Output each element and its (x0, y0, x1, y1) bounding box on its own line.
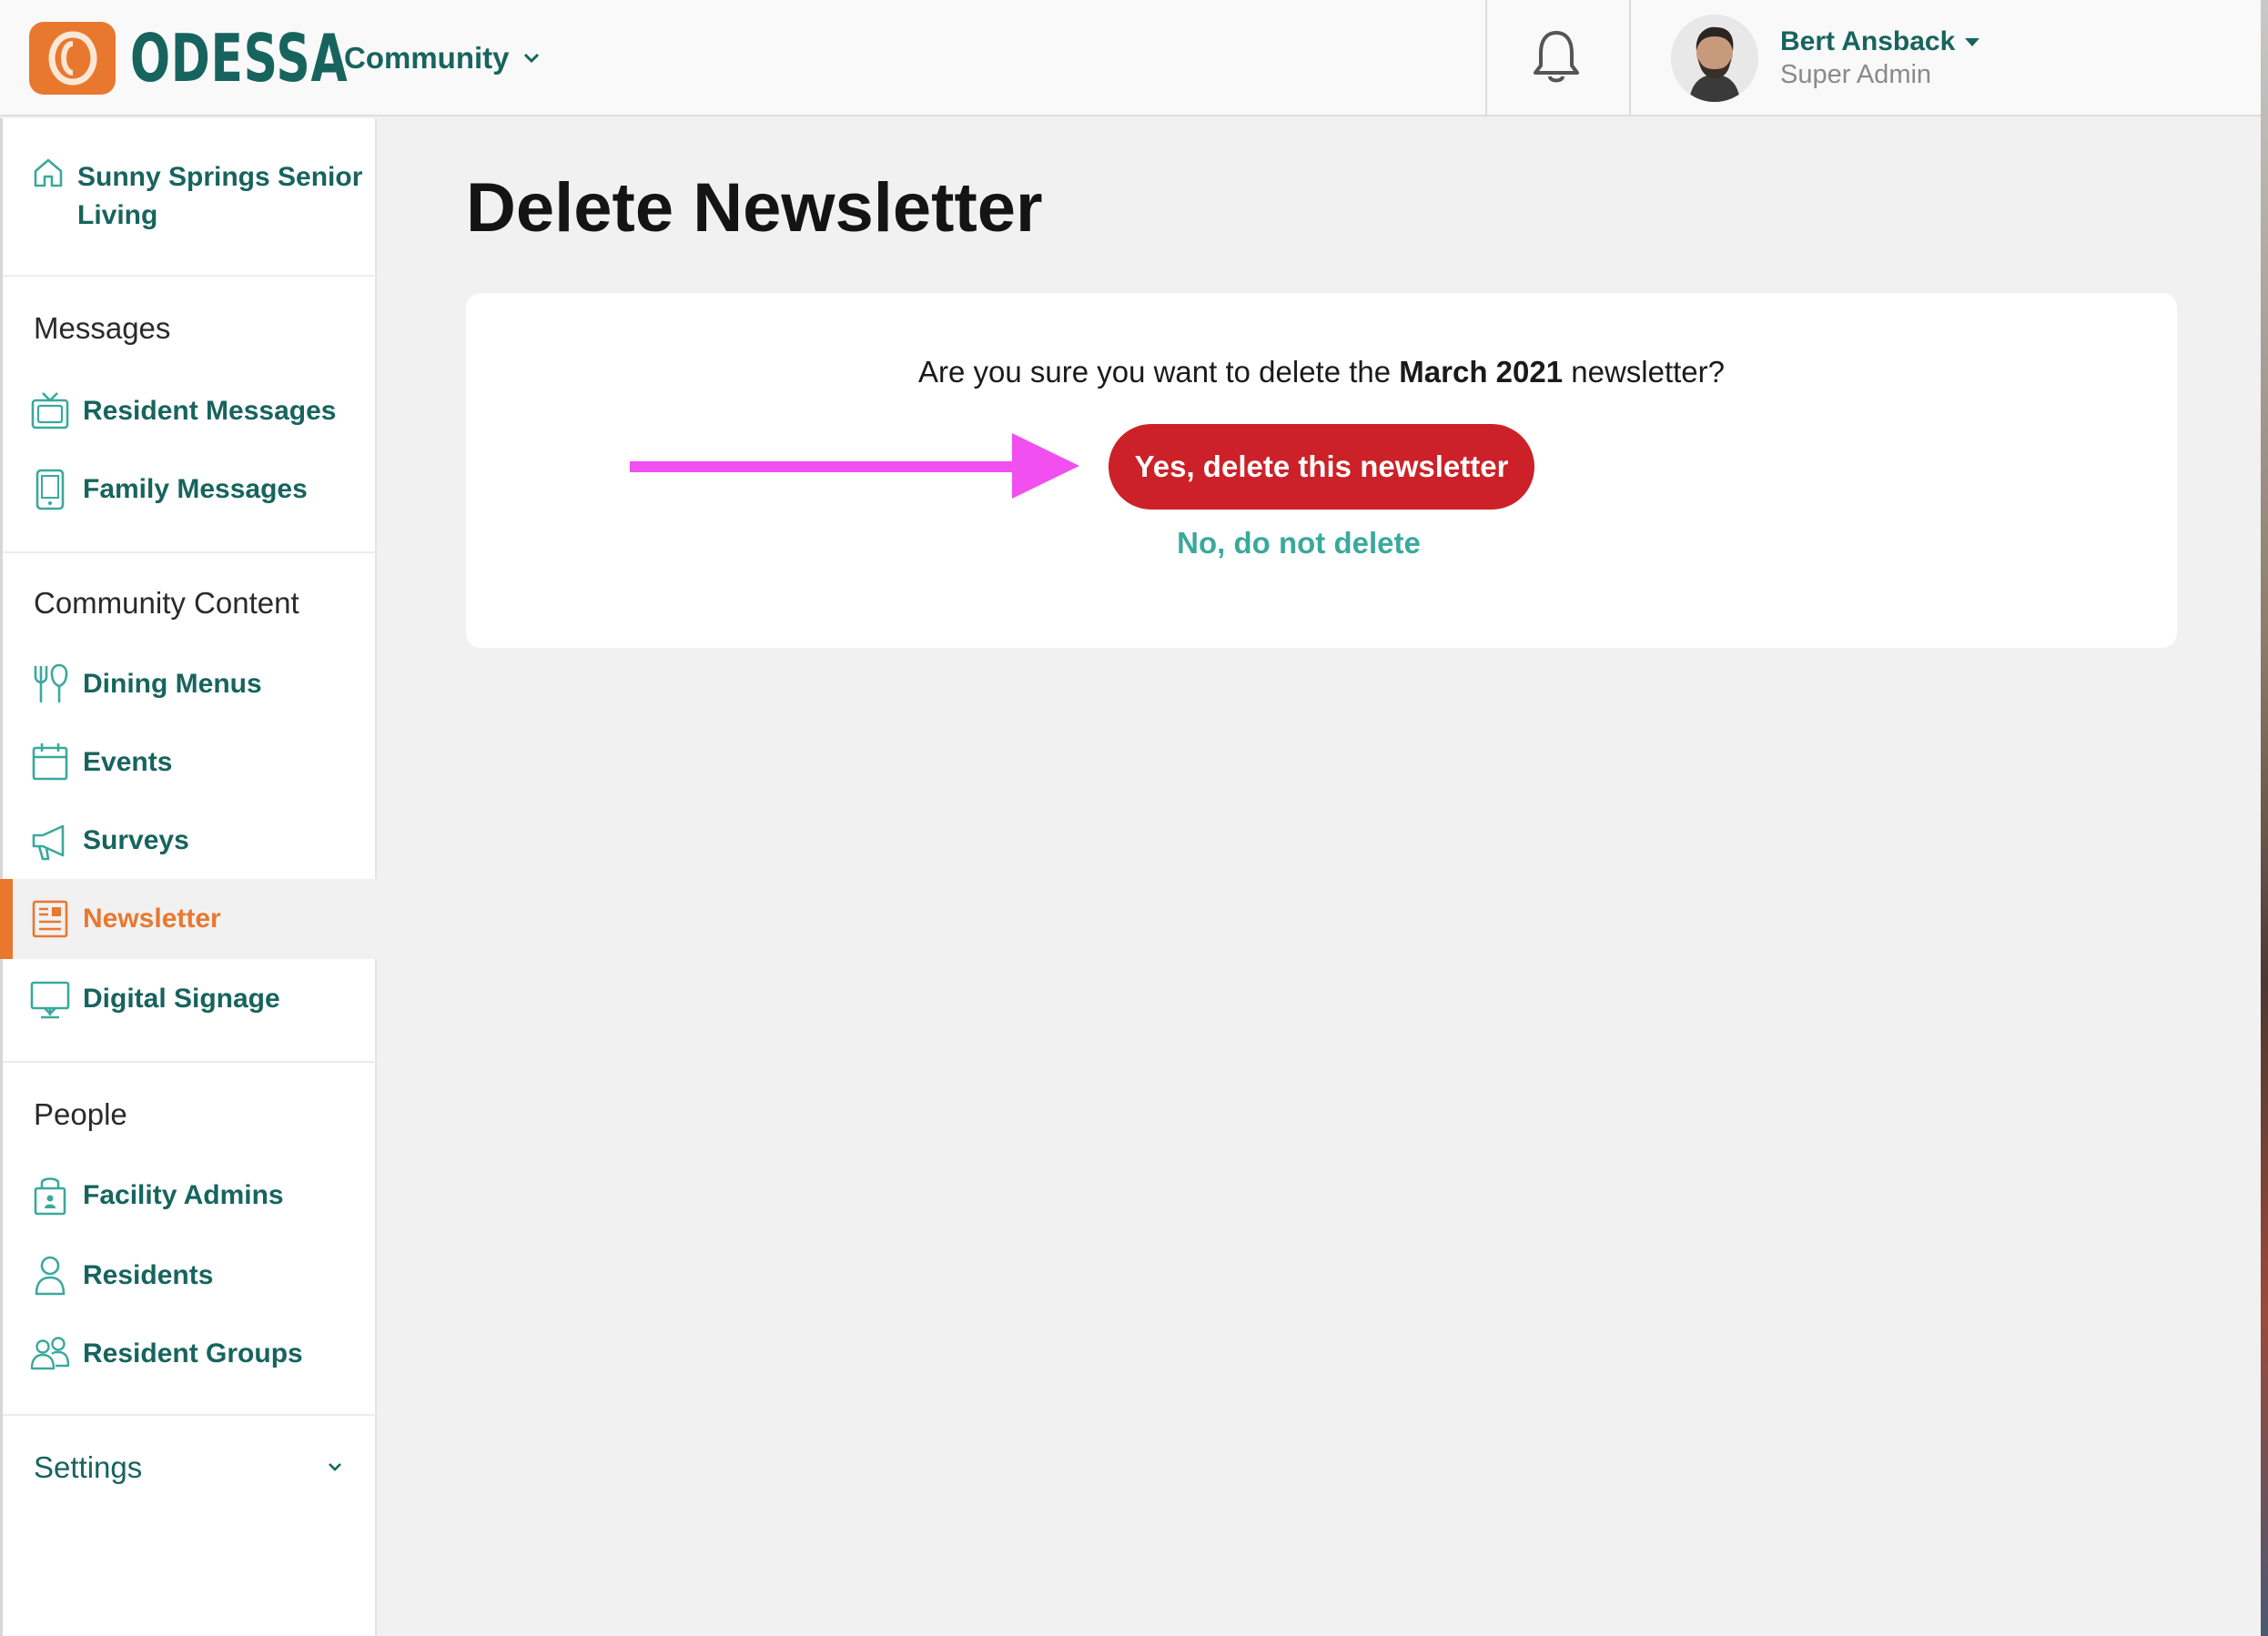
sidebar-item-label: Resident Messages (83, 396, 337, 426)
sidebar-item-events[interactable]: Events (3, 722, 378, 803)
sidebar-item-label: Surveys (83, 825, 189, 855)
section-title-community-content: Community Content (34, 586, 299, 620)
avatar (1671, 15, 1758, 102)
facility-link[interactable]: Sunny Springs Senior Living (3, 118, 378, 277)
question-prefix: Are you sure you want to delete the (917, 355, 1400, 389)
lock-badge-icon (34, 1177, 66, 1216)
user-role: Super Admin (1780, 60, 1932, 89)
community-dropdown-label: Community (344, 41, 510, 75)
caret-down-icon (1965, 38, 1980, 46)
chevron-down-icon (329, 1463, 341, 1471)
sidebar-item-digital-signage[interactable]: Digital Signage (3, 959, 378, 1039)
user-menu[interactable]: Bert Ansback Super Admin (1671, 11, 1980, 106)
notifications-bell-icon[interactable] (1531, 27, 1582, 86)
annotation-arrow-icon (630, 433, 1079, 499)
community-dropdown[interactable]: Community (344, 35, 541, 82)
megaphone-icon (32, 824, 65, 861)
sidebar-item-label: Events (83, 747, 173, 777)
page-title: Delete Newsletter (466, 169, 1043, 247)
facility-name: Sunny Springs Senior Living (77, 162, 363, 230)
confirm-delete-button[interactable]: Yes, delete this newsletter (1109, 424, 1534, 510)
sidebar-item-label: Newsletter (83, 904, 221, 934)
tv-icon (31, 392, 69, 429)
sidebar-item-newsletter[interactable]: Newsletter (0, 879, 378, 959)
user-name: Bert Ansback (1780, 26, 1956, 56)
header-divider (1629, 0, 1631, 116)
sidebar-item-facility-admins[interactable]: Facility Admins (3, 1156, 378, 1236)
section-title-people: People (34, 1097, 127, 1131)
section-title-messages: Messages (34, 311, 171, 345)
sidebar: Sunny Springs Senior Living Messages Res… (0, 118, 378, 1636)
sidebar-item-residents[interactable]: Residents (3, 1236, 378, 1316)
cancel-delete-link[interactable]: No, do not delete (466, 526, 2131, 560)
top-header: ODESSA Community Bert Ansback Super Admi… (0, 0, 2261, 116)
question-suffix: newsletter? (1563, 355, 1726, 389)
brand-name: ODESSA (130, 20, 349, 96)
confirmation-question: Are you sure you want to delete the Marc… (466, 355, 2177, 389)
newspaper-icon (32, 900, 68, 938)
sidebar-item-label: Family Messages (83, 474, 308, 504)
phone-icon (35, 469, 65, 510)
person-icon (35, 1256, 66, 1296)
sidebar-item-label: Residents (83, 1260, 214, 1290)
utensils-icon (34, 663, 68, 702)
group-icon (30, 1337, 70, 1370)
sidebar-item-surveys[interactable]: Surveys (3, 801, 378, 881)
settings-label: Settings (34, 1450, 143, 1484)
sidebar-item-resident-messages[interactable]: Resident Messages (3, 371, 378, 451)
sidebar-item-resident-groups[interactable]: Resident Groups (3, 1314, 378, 1394)
sidebar-item-label: Resident Groups (83, 1338, 303, 1368)
header-divider (1485, 0, 1487, 116)
monitor-icon (30, 981, 70, 1019)
sidebar-divider (3, 1414, 378, 1416)
logo-mark-icon (29, 22, 116, 95)
sidebar-divider (3, 551, 378, 553)
settings-toggle[interactable]: Settings (3, 1438, 378, 1501)
sidebar-item-dining-menus[interactable]: Dining Menus (3, 644, 378, 724)
sidebar-divider (3, 1061, 378, 1063)
chevron-down-icon (523, 53, 539, 64)
sidebar-item-label: Digital Signage (83, 984, 280, 1014)
window-edge (2261, 0, 2268, 1636)
sidebar-item-label: Dining Menus (83, 669, 262, 699)
sidebar-item-family-messages[interactable]: Family Messages (3, 449, 378, 530)
newsletter-name: March 2021 (1399, 355, 1564, 389)
sidebar-item-label: Facility Admins (83, 1180, 284, 1210)
calendar-icon (32, 743, 68, 781)
home-icon (34, 158, 63, 187)
